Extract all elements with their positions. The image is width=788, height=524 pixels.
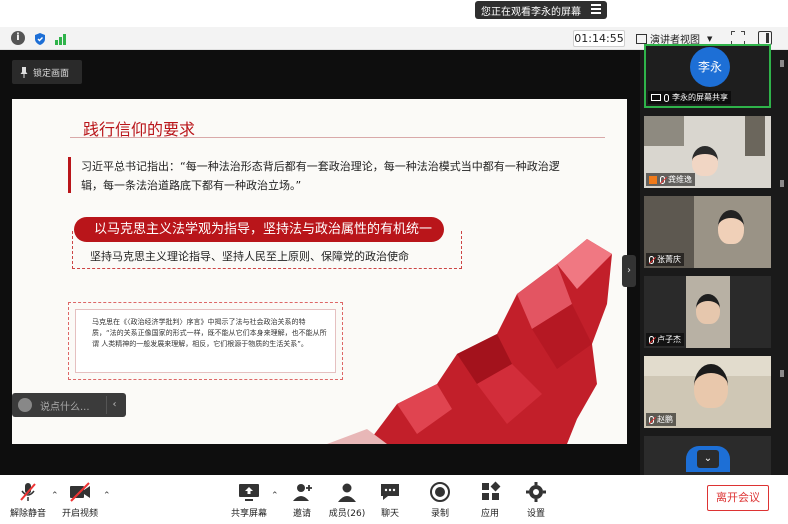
record-label: 录制 [430, 509, 449, 519]
apps-button[interactable]: 应用 [476, 481, 504, 519]
background-shelf [745, 116, 765, 156]
info-icon[interactable]: i [11, 31, 25, 45]
apps-icon [478, 481, 502, 503]
lock-screen-label: 锁定画面 [33, 68, 70, 79]
pin-icon [20, 66, 28, 78]
slide-quote: 习近平总书记指出：“每一种法治形态背后都有一套政治理论，每一种法治模式当中都有一… [81, 160, 560, 192]
chat-button[interactable]: 聊天 [376, 481, 404, 519]
mic-muted-icon [660, 175, 665, 184]
person-video [718, 210, 744, 244]
invite-label: 邀请 [292, 509, 311, 519]
gear-icon [524, 481, 548, 503]
participant-label: 张菁庆 [646, 253, 684, 266]
members-icon [335, 481, 359, 503]
emoji-icon[interactable] [18, 398, 32, 412]
shield-icon[interactable] [33, 31, 47, 45]
title-divider [70, 137, 605, 138]
start-video-button[interactable]: 开启视频 [60, 481, 100, 519]
menu-icon[interactable] [591, 4, 601, 14]
person-video [696, 294, 720, 324]
settings-label: 设置 [526, 509, 545, 519]
share-screen-icon [237, 481, 261, 503]
chevron-left-icon[interactable]: ‹ [106, 396, 122, 414]
person-video [694, 364, 728, 408]
comment-placeholder: 说点什么... [40, 401, 90, 413]
participant-name: 龚维逸 [668, 175, 692, 184]
scrollbar[interactable] [780, 60, 784, 460]
mic-muted-icon [649, 415, 654, 424]
participant-tile[interactable]: 张菁庆 [644, 196, 771, 268]
signal-icon[interactable] [55, 31, 69, 45]
share-screen-label: 共享屏幕 [230, 509, 267, 519]
bottom-toolbar: 解除静音 ⌃ 开启视频 ⌃ 共享屏幕 ⌃ 邀请 成员(26) 聊天 录制 应用 … [0, 475, 788, 524]
participant-label: 赵鹏 [646, 413, 676, 426]
participant-label: 卢子杰 [646, 333, 684, 346]
fullscreen-icon[interactable] [731, 31, 745, 45]
participant-tile[interactable]: 赵鹏 [644, 356, 771, 428]
chevron-up-icon[interactable]: ⌃ [103, 491, 111, 501]
grid-icon [636, 33, 647, 44]
chevron-down-icon[interactable]: ⌄ [697, 450, 719, 468]
start-video-label: 开启视频 [61, 509, 98, 519]
chevron-up-icon[interactable]: ⌃ [51, 491, 59, 501]
mic-muted-icon [649, 255, 654, 264]
share-screen-button[interactable]: 共享屏幕 [230, 481, 268, 519]
record-button[interactable]: 录制 [426, 481, 454, 519]
screen-share-banner[interactable]: 您正在观看李永的屏幕 [475, 1, 607, 19]
chat-label: 聊天 [380, 509, 399, 519]
members-label: 成员(26) [328, 509, 366, 519]
quote-bar [68, 157, 71, 193]
slide-note: 马克思在《〈政治经济学批判〉序言》中揭示了法与社会政治关系的特 质，“法的关系正… [92, 318, 327, 348]
participant-tile[interactable]: 卢子杰 [644, 276, 771, 348]
participant-tile[interactable]: 李永 李永的屏幕共享 [644, 44, 771, 108]
participant-label: 龚维逸 [646, 173, 695, 186]
invite-button[interactable]: 邀请 [287, 481, 317, 519]
video-off-icon [68, 481, 92, 503]
settings-button[interactable]: 设置 [522, 481, 550, 519]
participant-label: 李永的屏幕共享 [648, 91, 731, 104]
comment-input[interactable]: 说点什么... ‹ [12, 393, 126, 417]
avatar: 李永 [690, 47, 730, 87]
meeting-timer: 01:14:55 [573, 30, 625, 47]
screen-share-banner-text: 您正在观看李永的屏幕 [481, 6, 581, 18]
leave-meeting-button[interactable]: 离开会议 [707, 485, 769, 511]
chevron-down-icon: ▼ [707, 34, 713, 43]
background-frame [644, 116, 684, 146]
record-icon [428, 481, 452, 503]
participant-name: 李永的屏幕共享 [672, 93, 728, 102]
unmute-label: 解除静音 [9, 509, 46, 519]
person-video [692, 146, 718, 176]
chat-icon [378, 481, 402, 503]
mic-icon [664, 93, 669, 102]
lock-screen-button[interactable]: 锁定画面 [12, 60, 82, 84]
add-user-icon [290, 481, 314, 503]
meeting-window: 您正在观看李永的屏幕 i 01:14:55 演讲者视图 ▼ 锁定画面 践行信仰的… [0, 0, 788, 524]
sidebar-toggle-icon[interactable] [758, 31, 772, 45]
screen-share-icon [651, 93, 661, 101]
members-button[interactable]: 成员(26) [327, 481, 367, 519]
unmute-button[interactable]: 解除静音 [8, 481, 48, 519]
scroll-down-button[interactable]: ⌄ [686, 446, 730, 472]
participant-name: 赵鹏 [657, 415, 673, 424]
participant-tile[interactable]: 龚维逸 [644, 116, 771, 188]
apps-label: 应用 [480, 509, 499, 519]
mic-muted-icon [649, 335, 654, 344]
chevron-up-icon[interactable]: ⌃ [271, 491, 279, 501]
participant-name: 卢子杰 [657, 335, 681, 344]
avatar-icon [649, 175, 657, 184]
red-sculpture-image [327, 239, 612, 444]
participant-name: 张菁庆 [657, 255, 681, 264]
mic-muted-icon [16, 481, 40, 503]
collapse-panel-handle[interactable]: › [622, 255, 636, 287]
